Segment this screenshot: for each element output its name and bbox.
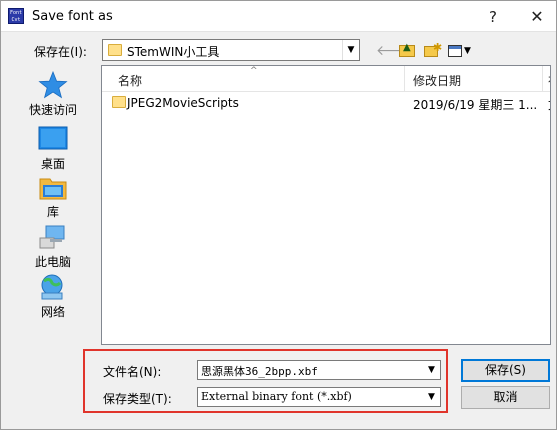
- up-arrow-icon: ▲: [403, 42, 411, 53]
- place-network[interactable]: 网络: [9, 271, 97, 321]
- save-button[interactable]: 保存(S): [461, 359, 550, 382]
- chevron-down-icon[interactable]: ▼: [423, 388, 440, 406]
- places-bar: 快速访问 桌面 库 此电脑 网络: [9, 65, 97, 345]
- folder-icon: [112, 96, 126, 108]
- place-library[interactable]: 库: [9, 171, 97, 221]
- chevron-down-icon[interactable]: ▼: [423, 361, 440, 379]
- list-header: ^ 名称 修改日期 在: [102, 66, 550, 92]
- network-icon: [41, 274, 63, 300]
- filename-label: 文件名(N):: [103, 365, 162, 379]
- chevron-down-icon[interactable]: ▼: [342, 40, 359, 60]
- view-menu-icon: [448, 45, 462, 57]
- list-item[interactable]: JPEG2MovieScripts 2019/6/19 星期三 1... 文: [102, 93, 550, 115]
- font-converter-app-icon: Font Cvt: [8, 8, 24, 24]
- filename-value: 思源黑体36_2bpp.xbf: [201, 365, 318, 378]
- filetype-label: 保存类型(T):: [103, 392, 172, 406]
- folder-icon: [108, 44, 122, 56]
- filename-input[interactable]: 思源黑体36_2bpp.xbf ▼: [197, 360, 441, 380]
- back-button[interactable]: 🡐: [376, 41, 414, 61]
- window-title: Save font as: [32, 9, 113, 24]
- filetype-dropdown[interactable]: External binary font (*.xbf) ▼: [197, 387, 441, 407]
- file-date: 2019/6/19 星期三 1...: [413, 98, 538, 112]
- filetype-value: External binary font (*.xbf): [201, 390, 352, 403]
- column-header-name[interactable]: 名称: [118, 72, 142, 89]
- cancel-button[interactable]: 取消: [461, 386, 550, 409]
- title-bar: Font Cvt Save font as ? ✕: [1, 1, 556, 32]
- save-in-dropdown[interactable]: STemWIN小工具 ▼: [102, 39, 360, 61]
- place-label: 桌面: [40, 157, 65, 171]
- save-in-label: 保存在(I):: [34, 45, 87, 59]
- close-button[interactable]: ✕: [522, 5, 552, 29]
- file-list[interactable]: ^ 名称 修改日期 在 JPEG2MovieScripts 2019/6/19 …: [101, 65, 551, 345]
- sparkle-icon: ✱: [433, 41, 443, 54]
- place-this-pc[interactable]: 此电脑: [9, 221, 97, 271]
- place-desktop[interactable]: 桌面: [9, 123, 97, 173]
- star-icon: [38, 71, 68, 99]
- save-in-value: STemWIN小工具: [127, 45, 220, 59]
- up-folder-button[interactable]: ▲: [397, 41, 417, 61]
- place-quick-access[interactable]: 快速访问: [9, 69, 97, 119]
- file-name: JPEG2MovieScripts: [127, 96, 239, 110]
- place-label: 此电脑: [34, 255, 71, 269]
- place-label: 快速访问: [28, 103, 77, 117]
- help-button[interactable]: ?: [478, 5, 508, 29]
- sort-ascending-icon: ^: [250, 66, 258, 76]
- library-icon: [39, 178, 67, 200]
- desktop-icon: [38, 126, 68, 150]
- chevron-down-icon: ▼: [464, 46, 471, 56]
- column-header-extra[interactable]: 在: [548, 72, 550, 89]
- file-extra: 文: [548, 96, 550, 113]
- column-divider[interactable]: [404, 66, 405, 92]
- place-label: 库: [46, 205, 59, 219]
- column-divider[interactable]: [542, 66, 543, 92]
- column-header-date[interactable]: 修改日期: [413, 72, 461, 89]
- place-label: 网络: [40, 305, 65, 319]
- view-menu-button[interactable]: ▼: [447, 41, 475, 61]
- new-folder-button[interactable]: ✱: [422, 41, 442, 61]
- save-font-dialog: Font Cvt Save font as ? ✕ 保存在(I): STemWIN…: [0, 0, 557, 430]
- computer-icon: [39, 225, 65, 249]
